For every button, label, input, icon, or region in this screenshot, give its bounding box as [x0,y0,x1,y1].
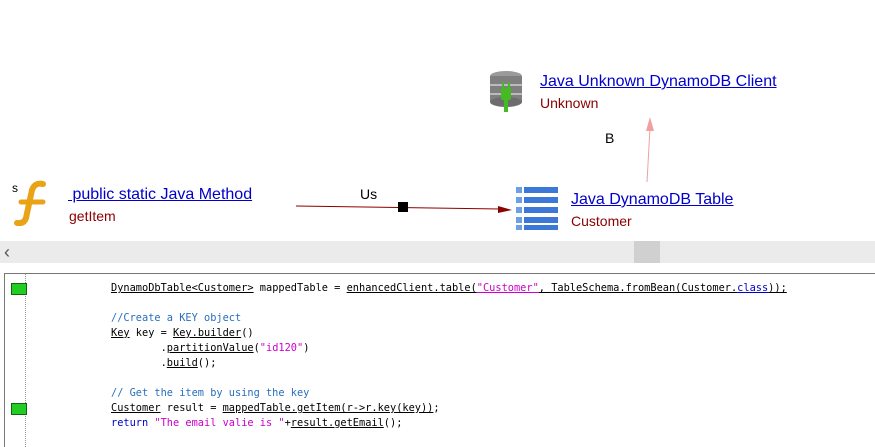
code-line: DynamoDbTable<Customer> mappedTable = en… [111,281,787,296]
code-token: class [737,282,769,294]
table-node-title[interactable]: Java DynamoDB Table [571,191,733,209]
code-line: // Get the item by using the key [111,386,309,401]
code-token: ; [433,402,440,414]
client-node-title[interactable]: Java Unknown DynamoDB Client [540,73,777,91]
line-coverage-marker [11,403,27,415]
code-line: .partitionValue("id120") [111,341,310,356]
code-token: return [111,417,149,429]
code-token: //Create a KEY object [111,312,242,324]
code-token: Key [111,327,130,339]
code-token: enhancedClient.table( [346,282,477,294]
code-token: result.getEmail [290,417,384,429]
edge-arrowhead-light-icon [646,117,654,131]
code-token: () [241,327,254,339]
horizontal-scrollbar[interactable]: ‹ [0,241,875,263]
dynamodb-table-icon [516,187,558,230]
client-node-subtitle: Unknown [540,95,599,111]
code-token: DynamoDbTable<Customer> [111,282,254,294]
code-token: ) [303,342,310,354]
code-token: . [111,342,167,354]
dependency-graph: Us B s public static Java Method getItem… [0,0,875,240]
code-token: // Get the item by using the key [111,387,310,399]
edge-table-to-client[interactable] [646,127,651,183]
client-node[interactable]: Java Unknown DynamoDB Client Unknown [486,68,806,116]
edge-label-us: Us [360,186,378,202]
code-token: (); [197,357,217,369]
code-token: result = [160,402,223,414]
edge-label-b: B [605,130,615,146]
method-node-title[interactable]: public static Java Method [68,186,252,204]
code-token: , [538,282,552,294]
code-line: //Create a KEY object [111,311,241,326]
code-panel[interactable]: DynamoDbTable<Customer> mappedTable = en… [4,273,875,447]
table-node-subtitle: Customer [571,213,632,229]
database-plug-icon [490,71,522,112]
code-token: "The email valie is " [154,417,285,429]
edge-arrowhead-icon [498,206,512,213]
code-line: return "The email valie is "+result.getE… [111,416,402,431]
function-icon [14,180,46,226]
code-token: TableSchema.fromBean(Customer. [551,282,738,294]
code-line: Key key = Key.builder() [111,326,254,341]
line-coverage-marker [11,283,27,295]
code-token: Customer [111,402,161,414]
code-token: "id120" [259,342,304,354]
edge-handle[interactable] [398,202,408,212]
code-token: "Customer" [476,282,539,294]
method-node[interactable]: s public static Java Method getItem [8,178,278,226]
code-token: Key.builder [173,327,242,339]
code-gutter [5,274,27,447]
scroll-thumb[interactable] [634,241,660,263]
code-line: .build(); [111,356,217,371]
code-token: )); [768,282,787,294]
code-token: build [166,357,198,369]
scroll-left-icon[interactable]: ‹ [0,241,14,263]
code-token: mappedTable.getItem(r->r.key(key)) [222,402,434,414]
code-token: key = [129,327,174,339]
table-node[interactable]: Java DynamoDB Table Customer [512,185,772,233]
code-line: Customer result = mappedTable.getItem(r-… [111,401,440,416]
code-token: partitionValue [166,342,254,354]
code-token: . [111,357,167,369]
method-node-subtitle: getItem [69,208,116,224]
code-token: (); [383,417,403,429]
code-token: mappedTable = [253,282,347,294]
